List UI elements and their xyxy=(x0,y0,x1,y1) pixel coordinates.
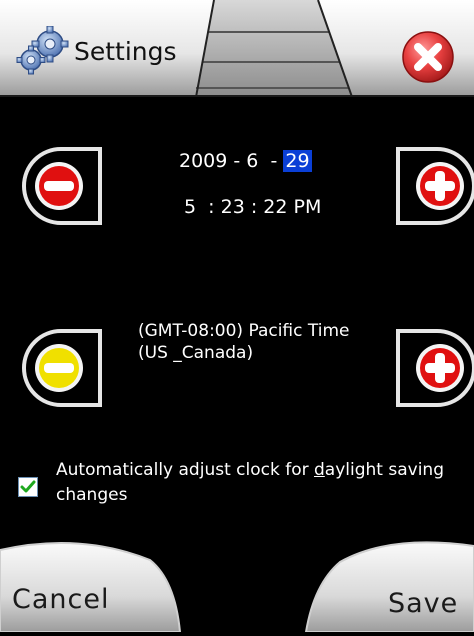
plus-icon xyxy=(416,162,464,210)
daylight-saving-checkbox[interactable] xyxy=(18,477,38,497)
timezone-next-button[interactable] xyxy=(395,328,474,408)
time-display: 5 : 23 : 22 PM xyxy=(184,196,321,218)
checkmark-icon xyxy=(20,480,36,493)
date-separator: - xyxy=(258,150,284,172)
month-field[interactable]: 6 xyxy=(246,150,258,172)
date-decrement-button[interactable] xyxy=(21,146,103,226)
timezone-previous-button[interactable] xyxy=(21,328,103,408)
day-field[interactable]: 29 xyxy=(283,150,312,172)
ampm-field[interactable]: PM xyxy=(294,196,322,218)
timezone-label: (GMT-08:00) Pacific Time (US _Canada) xyxy=(138,321,350,363)
hour-field[interactable]: 5 xyxy=(184,196,196,218)
year-field[interactable]: 2009 xyxy=(179,150,227,172)
time-separator: : xyxy=(244,196,264,218)
date-increment-button[interactable] xyxy=(395,146,474,226)
close-button[interactable] xyxy=(401,30,455,84)
time-separator: : xyxy=(196,196,221,218)
date-separator: - xyxy=(227,150,247,172)
close-icon xyxy=(402,31,454,83)
second-field[interactable]: 22 xyxy=(263,196,287,218)
page-title: Settings xyxy=(74,36,177,66)
title-bar: Settings xyxy=(0,0,474,97)
date-display: 2009 - 6 - 29 xyxy=(179,150,312,172)
settings-gear-icon xyxy=(14,26,72,76)
save-label: Save xyxy=(388,588,459,619)
minus-icon xyxy=(35,162,83,210)
minus-icon xyxy=(35,344,83,392)
daylight-saving-label[interactable]: Automatically adjust clock for daylight … xyxy=(56,458,456,508)
plus-icon xyxy=(416,344,464,392)
cancel-button[interactable]: Cancel xyxy=(0,540,190,633)
save-button[interactable]: Save xyxy=(300,540,474,633)
cancel-label: Cancel xyxy=(12,584,110,615)
minute-field[interactable]: 23 xyxy=(221,196,245,218)
